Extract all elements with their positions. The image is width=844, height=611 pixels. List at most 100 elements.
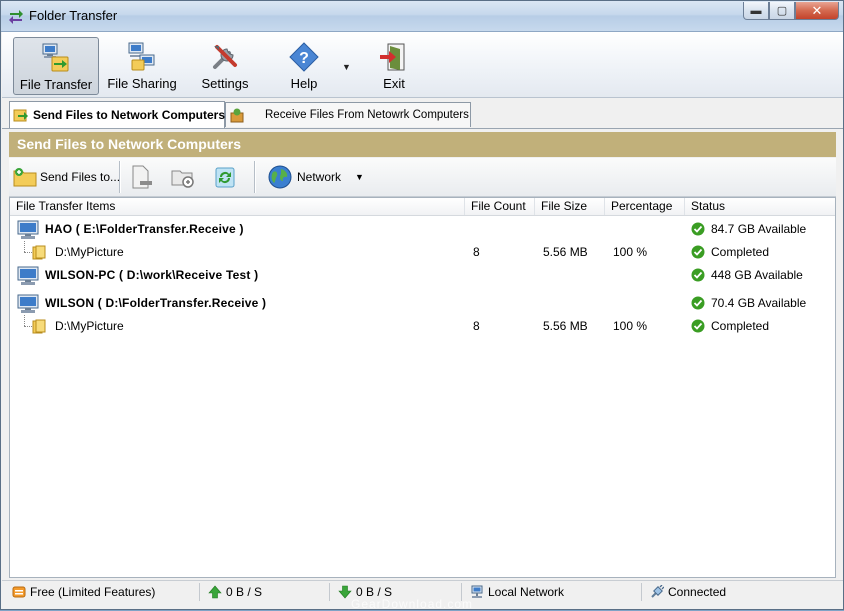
send-files-to-button[interactable]: Send Files to...	[12, 161, 120, 193]
list-item[interactable]: HAO ( E:\FolderTransfer.Receive ) 84.7 G…	[10, 218, 835, 240]
computer-icon	[17, 266, 39, 285]
check-ok-icon	[691, 268, 705, 282]
tree-line	[24, 252, 32, 253]
column-header-file-count[interactable]: File Count	[465, 198, 535, 215]
license-text: Free (Limited Features)	[30, 585, 156, 599]
license-icon	[12, 586, 26, 598]
file-sharing-button[interactable]: File Sharing	[105, 37, 179, 95]
upload-arrow-icon	[208, 585, 222, 599]
file-size: 5.56 MB	[543, 319, 588, 333]
title-bar: Folder Transfer ▬ ▢ ✕	[1, 1, 843, 32]
folder-add-icon	[13, 168, 37, 187]
file-transfer-label: File Transfer	[19, 77, 93, 92]
close-button[interactable]: ✕	[795, 2, 839, 20]
status-text: Completed	[711, 245, 770, 259]
toolbar-separator	[119, 161, 121, 193]
help-icon: ?	[289, 42, 319, 72]
status-text: 70.4 GB Available	[711, 296, 807, 310]
tab-send-files[interactable]: Send Files to Network Computers	[9, 101, 225, 128]
exit-label: Exit	[383, 76, 405, 91]
receive-files-icon	[230, 108, 244, 123]
network-button[interactable]: Network ▼	[267, 161, 364, 193]
file-size: 5.56 MB	[543, 245, 588, 259]
tree-line	[24, 326, 32, 327]
host-name: HAO ( E:\FolderTransfer.Receive )	[45, 222, 244, 236]
list-item[interactable]: WILSON-PC ( D:\work\Receive Test ) 448 G…	[10, 264, 835, 286]
help-dropdown-arrow[interactable]: ▼	[342, 62, 351, 72]
tools-icon	[213, 45, 237, 69]
tree-line	[24, 315, 25, 326]
check-ok-icon	[691, 222, 705, 236]
file-count: 8	[473, 245, 480, 259]
percentage: 100 %	[613, 245, 648, 259]
status-upload: 0 B / S	[200, 583, 330, 601]
column-header-file-size[interactable]: File Size	[535, 198, 605, 215]
document-remove-icon	[132, 165, 152, 189]
main-toolbar: File Transfer File Sharing Settings ? He…	[2, 32, 843, 98]
network-status: Local Network	[488, 585, 565, 599]
file-transfer-icon	[42, 43, 69, 72]
network-label: Network	[297, 170, 342, 184]
window-controls: ▬ ▢ ✕	[743, 2, 839, 21]
status-connection: Connected	[642, 583, 841, 601]
exit-button[interactable]: Exit	[368, 37, 420, 95]
column-header-status[interactable]: Status	[685, 198, 835, 215]
settings-label: Settings	[201, 76, 249, 91]
column-header-percentage[interactable]: Percentage	[605, 198, 685, 215]
column-header-items[interactable]: File Transfer Items	[10, 198, 465, 215]
check-ok-icon	[691, 319, 705, 333]
folder-path: D:\MyPicture	[55, 319, 124, 333]
add-folder-button[interactable]	[170, 161, 196, 193]
list-item[interactable]: WILSON ( D:\FolderTransfer.Receive ) 70.…	[10, 292, 835, 314]
check-ok-icon	[691, 296, 705, 310]
svg-text:?: ?	[299, 50, 309, 67]
file-count: 8	[473, 319, 480, 333]
minimize-button[interactable]: ▬	[743, 2, 769, 20]
computer-icon	[17, 294, 39, 313]
percentage: 100 %	[613, 319, 648, 333]
remove-button[interactable]	[128, 161, 154, 193]
computer-icon	[17, 220, 39, 239]
help-label: Help	[290, 76, 318, 91]
window-title: Folder Transfer	[29, 8, 118, 23]
file-transfer-button[interactable]: File Transfer	[13, 37, 99, 95]
send-files-icon	[13, 109, 28, 122]
folder-transfer-app-icon	[9, 10, 23, 24]
list-item[interactable]: D:\MyPicture 8 5.56 MB 100 % Completed	[10, 241, 835, 263]
refresh-button[interactable]	[212, 161, 238, 193]
transfer-list[interactable]: File Transfer Items File Count File Size…	[9, 197, 836, 578]
folder-browse-icon	[171, 170, 194, 188]
tab-receive-files-label: Receive Files From Netowrk Computers	[265, 109, 469, 121]
section-header: Send Files to Network Computers	[9, 132, 836, 157]
globe-icon	[268, 165, 292, 189]
host-name: WILSON-PC ( D:\work\Receive Test )	[45, 268, 259, 282]
tab-send-files-label: Send Files to Network Computers	[33, 108, 226, 122]
connection-status: Connected	[668, 585, 727, 599]
file-sharing-label: File Sharing	[107, 76, 177, 91]
send-toolbar: Send Files to... Network ▼	[9, 158, 836, 197]
status-network: Local Network	[462, 583, 642, 601]
help-button[interactable]: ? Help	[278, 37, 330, 95]
status-text: 448 GB Available	[711, 268, 803, 282]
tab-receive-files[interactable]: Receive Files From Netowrk Computers	[225, 102, 471, 127]
tree-line	[24, 241, 25, 252]
tab-strip: Send Files to Network Computers Receive …	[2, 98, 843, 129]
status-text: 84.7 GB Available	[711, 222, 807, 236]
folder-icon	[32, 319, 46, 334]
host-name: WILSON ( D:\FolderTransfer.Receive )	[45, 296, 267, 310]
exit-door-icon	[380, 43, 405, 71]
list-item[interactable]: D:\MyPicture 8 5.56 MB 100 % Completed	[10, 315, 835, 337]
list-header: File Transfer Items File Count File Size…	[10, 198, 835, 216]
app-window: Folder Transfer ▬ ▢ ✕ File Transfer File…	[0, 0, 844, 611]
status-license[interactable]: Free (Limited Features)	[4, 583, 200, 601]
maximize-button[interactable]: ▢	[769, 2, 795, 20]
status-text: Completed	[711, 319, 770, 333]
download-arrow-icon	[338, 585, 352, 599]
check-ok-icon	[691, 245, 705, 259]
connection-plug-icon	[651, 585, 664, 598]
settings-button[interactable]: Settings	[195, 37, 255, 95]
network-dropdown-arrow[interactable]: ▼	[355, 172, 364, 182]
watermark: GearDownload.com	[351, 597, 474, 611]
upload-speed: 0 B / S	[226, 585, 263, 599]
refresh-icon	[215, 167, 235, 188]
